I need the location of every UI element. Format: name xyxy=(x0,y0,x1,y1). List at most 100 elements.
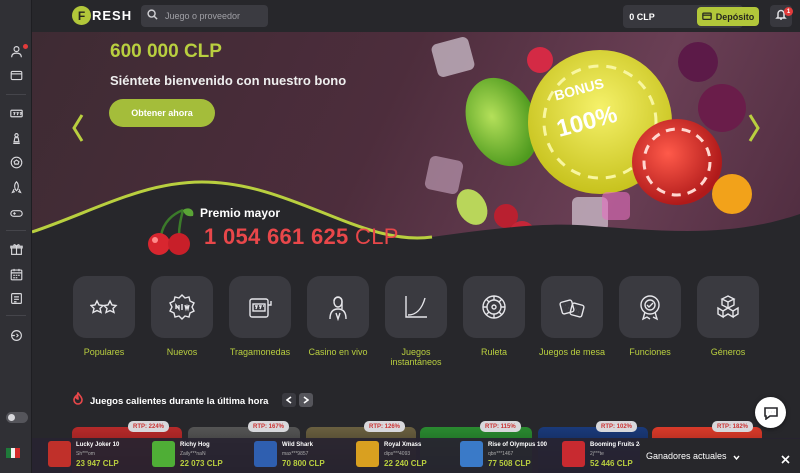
logo-text: RESH xyxy=(92,8,133,23)
category-label: Juegos instantáneos xyxy=(390,347,442,367)
category-funciones[interactable]: Funciones xyxy=(618,276,682,357)
instant-curve-icon xyxy=(405,296,427,318)
game-thumbnail xyxy=(152,441,175,467)
ticker-amount: 52 446 CLP xyxy=(590,459,633,468)
ticker-amount: 70 800 CLP xyxy=(282,459,325,468)
category-label: Populares xyxy=(83,347,125,357)
wallet-icon xyxy=(701,11,716,23)
search-icon xyxy=(147,7,158,25)
winners-label: Ganadores actuales xyxy=(646,451,727,461)
ticker-game: Wild Shark xyxy=(282,442,313,448)
category-juegos-instantaneos[interactable]: Juegos instantáneos xyxy=(384,276,448,367)
chevron-right-icon xyxy=(303,396,309,404)
deposit-button[interactable]: Depósito xyxy=(697,7,759,26)
ticker-game: Royal Xmass xyxy=(384,442,422,448)
close-icon[interactable] xyxy=(781,451,790,469)
category-tile xyxy=(463,276,525,338)
category-tile xyxy=(73,276,135,338)
category-tile xyxy=(307,276,369,338)
ticker-amount: 23 947 CLP xyxy=(76,459,119,468)
get-bonus-button[interactable]: Obtener ahora xyxy=(109,99,215,127)
dice-icon xyxy=(559,299,585,318)
slot-777-icon[interactable] xyxy=(8,105,24,121)
ticker-item[interactable]: Richy Hog Zaily***naN 22 073 CLP xyxy=(152,441,223,468)
rtp-badge: RTP: 167% xyxy=(248,421,290,432)
header: F RESH 0 CLP Depósito 1 xyxy=(32,0,800,32)
chat-icon xyxy=(763,406,778,420)
ticker-item[interactable]: Wild Shark max***9857 70 800 CLP xyxy=(254,441,325,468)
hot-games-title: Juegos calientes durante la última hora xyxy=(90,395,269,407)
rtp-badge: RTP: 182% xyxy=(712,421,754,432)
hot-games-prev-button[interactable] xyxy=(282,393,296,407)
game-thumbnail xyxy=(254,441,277,467)
rtp-badge: RTP: 115% xyxy=(480,421,521,432)
banner-prev-button[interactable] xyxy=(70,110,86,146)
ticker-item[interactable]: Royal Xmass dips***4093 22 240 CLP xyxy=(356,441,427,468)
ticker-amount: 22 240 CLP xyxy=(384,459,427,468)
poker-chess-icon[interactable] xyxy=(8,130,24,146)
jackpot-currency: CLP xyxy=(355,224,399,249)
chat-button[interactable] xyxy=(755,397,786,428)
category-tile xyxy=(697,276,759,338)
bonus-subtitle: Siéntete bienvenido con nuestro bono xyxy=(110,73,347,88)
mexico-flag-icon[interactable] xyxy=(6,448,21,458)
hot-games-next-button[interactable] xyxy=(299,393,313,407)
slot-machine-icon xyxy=(249,298,272,318)
jackpot-title: Premio mayor xyxy=(200,206,281,220)
wallet-icon[interactable] xyxy=(8,67,24,83)
category-populares[interactable]: Populares xyxy=(72,276,136,357)
cherries-icon xyxy=(148,208,194,255)
game-thumbnail xyxy=(562,441,585,467)
category-tile xyxy=(229,276,291,338)
ticker-amount: 22 073 CLP xyxy=(180,459,223,468)
ticker-item[interactable]: Booming Fruits 243 2j***te 52 446 CLP xyxy=(562,441,646,468)
ticker-game: Lucky Joker 10 xyxy=(76,442,120,448)
category-casino-en-vivo[interactable]: Casino en vivo xyxy=(306,276,370,357)
category-juegos-de-mesa[interactable]: Juegos de mesa xyxy=(539,276,605,357)
football-icon[interactable] xyxy=(8,154,24,170)
chevron-down-icon xyxy=(727,447,740,465)
fresh-logo[interactable]: F RESH xyxy=(72,6,132,25)
category-tragamonedas[interactable]: Tragamonedas xyxy=(228,276,292,357)
deposit-label: Depósito xyxy=(715,11,755,22)
category-label: Casino en vivo xyxy=(308,347,368,357)
sidebar-divider xyxy=(6,94,26,95)
ticker-game: Richy Hog xyxy=(180,442,210,448)
category-ruleta[interactable]: Ruleta xyxy=(462,276,526,357)
notification-badge: 1 xyxy=(784,7,793,16)
ticker-game: Rise of Olympus 100 xyxy=(488,442,548,448)
cubes-icon xyxy=(717,295,739,319)
calendar-icon[interactable] xyxy=(8,266,24,282)
gift-icon[interactable] xyxy=(8,241,24,257)
ticker-item[interactable]: Rise of Olympus 100 qbn***1467 77 508 CLP xyxy=(460,441,547,468)
user-icon[interactable] xyxy=(8,43,24,59)
category-nuevos[interactable]: Nuevos xyxy=(150,276,214,357)
category-label: Nuevos xyxy=(166,347,198,357)
game-thumbnail xyxy=(356,441,379,467)
category-label: Tragamonedas xyxy=(229,347,291,357)
theme-toggle[interactable] xyxy=(6,412,28,423)
jackpot-value: 1 054 661 625 xyxy=(204,224,349,249)
notifications-button[interactable]: 1 xyxy=(770,5,793,27)
winners-dropdown[interactable]: Ganadores actuales xyxy=(640,439,800,473)
ticker-user: dips***4093 xyxy=(384,451,411,457)
category-tile xyxy=(385,276,447,338)
category-generos[interactable]: Géneros xyxy=(696,276,760,357)
rtp-badge: RTP: 102% xyxy=(596,421,638,432)
category-tile xyxy=(541,276,603,338)
game-thumbnail xyxy=(460,441,483,467)
banner-next-button[interactable] xyxy=(746,110,762,146)
bonus-amount: 600 000 CLP xyxy=(110,41,222,62)
gamepad-icon[interactable] xyxy=(8,205,24,221)
rtp-badge: RTP: 224% xyxy=(128,421,170,432)
sidebar xyxy=(0,0,32,473)
new-badge-icon xyxy=(169,294,195,320)
category-label: Juegos de mesa xyxy=(538,347,606,357)
support-icon[interactable] xyxy=(8,327,24,343)
balance-amount: 0 CLP xyxy=(629,11,655,22)
ticker-item[interactable]: Lucky Joker 10 Sh***om 23 947 CLP xyxy=(48,441,119,468)
search-box[interactable] xyxy=(141,5,268,27)
ticket-icon[interactable] xyxy=(8,290,24,306)
rocket-icon[interactable] xyxy=(8,179,24,195)
search-input[interactable] xyxy=(165,11,265,21)
